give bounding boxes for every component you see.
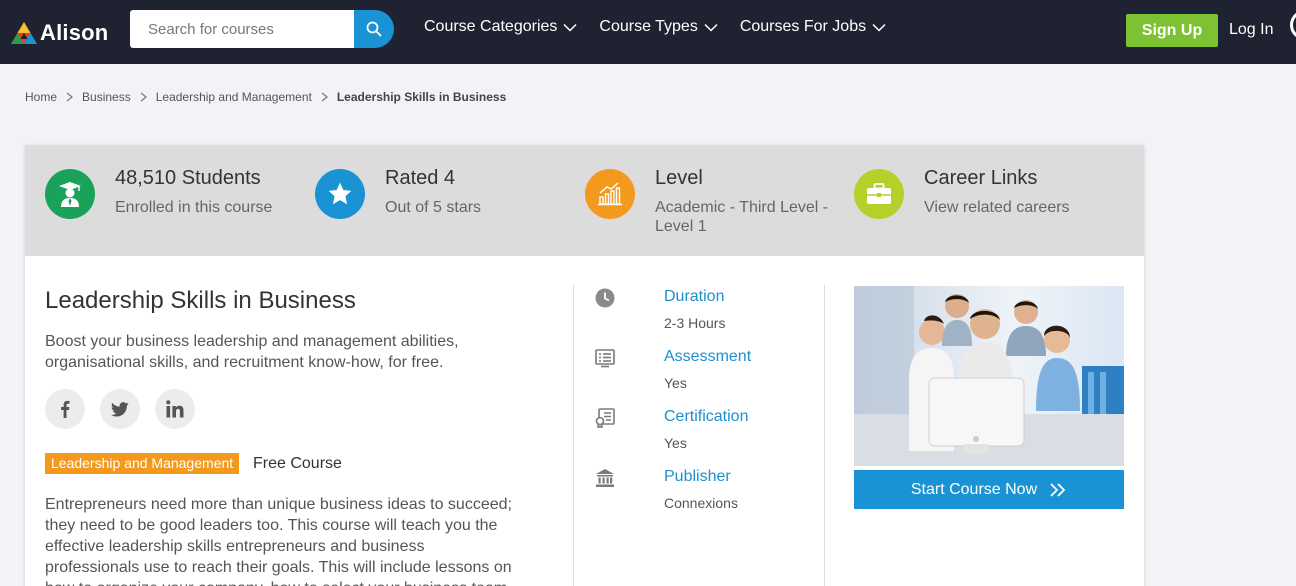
twitter-share-button[interactable]: [100, 389, 140, 429]
detail-label: Certification: [664, 408, 749, 425]
facebook-share-button[interactable]: [45, 389, 85, 429]
double-chevron-right-icon: [1050, 482, 1066, 497]
course-type-label: Free Course: [253, 455, 342, 472]
stat-title: Level: [655, 167, 703, 189]
facebook-icon: [61, 400, 70, 418]
start-course-label: Start Course Now: [910, 480, 1038, 498]
linkedin-share-button[interactable]: [155, 389, 195, 429]
detail-label: Publisher: [664, 468, 731, 485]
nav-label: Course Types: [599, 18, 698, 35]
search-bar: [130, 10, 394, 48]
course-card: 48,510 Students Enrolled in this course …: [25, 145, 1144, 586]
chevron-right-icon: [321, 92, 328, 102]
nav-label: Courses For Jobs: [739, 18, 867, 35]
main-nav: Course Categories Course Types Courses F…: [424, 18, 886, 36]
stat-subtitle: Out of 5 stars: [385, 199, 482, 216]
assessment-icon: [595, 349, 615, 368]
chevron-right-icon: [140, 92, 147, 102]
twitter-icon: [111, 401, 129, 417]
star-icon: [315, 169, 365, 219]
nav-course-categories[interactable]: Course Categories: [424, 18, 577, 36]
top-navbar: Alison Course Categories Course Types Co…: [0, 0, 1296, 64]
stat-subtitle: Enrolled in this course: [115, 199, 273, 216]
breadcrumb-current: Leadership Skills in Business: [336, 90, 507, 104]
column-divider: [573, 285, 574, 586]
chevron-down-icon: [563, 23, 577, 32]
logo-text: Alison: [40, 20, 109, 45]
stats-bar: 48,510 Students Enrolled in this course …: [25, 145, 1144, 256]
detail-label: Assessment: [664, 348, 752, 365]
breadcrumb: Home Business Leadership and Management …: [25, 90, 506, 104]
start-course-button[interactable]: Start Course Now: [854, 470, 1124, 509]
bar-chart-icon: [585, 169, 635, 219]
search-button[interactable]: [354, 10, 394, 48]
detail-value: Yes: [664, 375, 687, 391]
breadcrumb-leadership-management[interactable]: Leadership and Management: [156, 90, 312, 104]
search-icon: [366, 21, 382, 37]
detail-value: Yes: [664, 435, 687, 451]
column-divider: [824, 285, 825, 586]
user-icon[interactable]: [1290, 10, 1296, 40]
nav-courses-for-jobs[interactable]: Courses For Jobs: [740, 18, 886, 36]
clock-icon: [595, 288, 615, 308]
social-share: [45, 389, 195, 429]
detail-label: Duration: [664, 288, 725, 305]
category-tag[interactable]: Leadership and Management: [45, 453, 240, 474]
breadcrumb-business[interactable]: Business: [82, 90, 131, 104]
nav-label: Course Categories: [424, 18, 558, 35]
chevron-down-icon: [704, 23, 718, 32]
certificate-icon: [595, 408, 615, 428]
course-subtitle: Boost your business leadership and manag…: [45, 333, 459, 371]
alison-logo-icon: [11, 22, 37, 44]
detail-value: Connexions: [664, 495, 738, 511]
stat-title: 48,510 Students: [115, 167, 261, 189]
stat-title: Rated 4: [385, 167, 456, 189]
course-title: Leadership Skills in Business: [45, 287, 356, 314]
course-image: [854, 286, 1124, 466]
institution-icon: [596, 469, 614, 487]
linkedin-icon: [166, 400, 184, 418]
detail-value: 2-3 Hours: [664, 315, 726, 331]
chevron-down-icon: [872, 23, 886, 32]
alison-logo[interactable]: Alison: [10, 20, 108, 46]
stat-title: Career Links: [924, 167, 1038, 189]
graduate-icon: [45, 169, 95, 219]
stat-subtitle: View related careers: [924, 199, 1070, 216]
login-link[interactable]: Log In: [1229, 21, 1273, 39]
signup-button[interactable]: Sign Up: [1126, 14, 1218, 47]
breadcrumb-home[interactable]: Home: [25, 90, 57, 104]
course-description: Entrepreneurs need more than unique busi…: [45, 496, 512, 586]
chevron-right-icon: [66, 92, 73, 102]
search-input[interactable]: [130, 10, 354, 48]
nav-course-types[interactable]: Course Types: [599, 18, 718, 36]
briefcase-icon: [854, 169, 904, 219]
stat-subtitle: Academic - Third Level - Level 1: [655, 199, 829, 235]
